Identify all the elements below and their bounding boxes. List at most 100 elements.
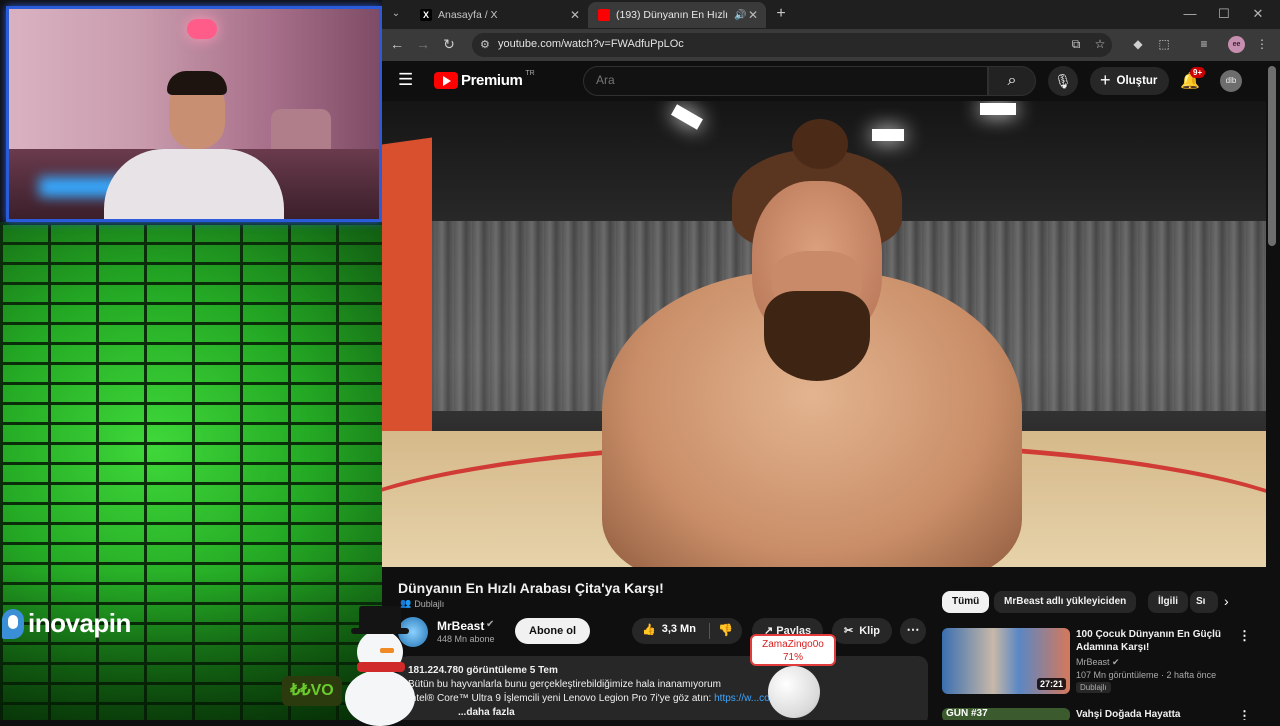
recommended-title[interactable]: Vahşi Doğada Hayatta (1076, 708, 1226, 720)
divider (709, 623, 710, 639)
close-tab-icon[interactable]: ✕ (748, 8, 758, 22)
description-promo: Intel® Core™ Ultra 9 İşlemcili yeni Leno… (408, 693, 712, 704)
red-banner (382, 137, 432, 445)
install-app-icon[interactable]: ⧉ (1068, 37, 1084, 52)
search-button[interactable]: ⌕ (988, 66, 1036, 96)
viewer-name: ZamaZingo0o (762, 639, 824, 650)
extensions-puzzle-icon[interactable]: ⬚ (1156, 37, 1172, 51)
page-scrollbar[interactable] (1268, 66, 1276, 246)
browser-menu-icon[interactable]: ⋮ (1254, 37, 1270, 51)
site-info-icon[interactable]: ⚙ (480, 38, 490, 51)
minimize-button[interactable]: — (1180, 6, 1200, 21)
youtube-favicon-icon (598, 9, 610, 21)
pin-icon (2, 608, 24, 639)
tab-label: Anasayfa / X (438, 9, 498, 21)
stage-light (980, 103, 1016, 115)
like-count: 3,3 Mn (661, 623, 696, 635)
more-options-icon[interactable]: ⋮ (1238, 628, 1251, 644)
tab-label: (193) Dünyanın En Hızlı Ara (616, 9, 728, 21)
voice-search-button[interactable]: 🎙 (1048, 66, 1078, 96)
tab-search-icon[interactable]: ⌄ (388, 6, 404, 22)
dislike-button[interactable]: 👎 (718, 623, 733, 637)
snowman-body (345, 670, 415, 726)
url-text[interactable]: youtube.com/watch?v=FWAdfuPpLOc (498, 38, 684, 50)
verified-badge-icon: ✔ (486, 619, 495, 630)
tab-youtube-video[interactable]: (193) Dünyanın En Hızlı Ara 🔊 ✕ (588, 2, 766, 28)
like-button[interactable]: 👍 3,3 Mn (642, 623, 696, 636)
chip-from-uploader[interactable]: MrBeast adlı yükleyiciden (994, 591, 1137, 613)
lamp (187, 19, 217, 39)
dubbed-tag: Dublajlı (1076, 682, 1111, 693)
related-filter-chips: Tümü MrBeast adlı yükleyiciden İlgili Sı… (942, 591, 1272, 617)
recommended-channel[interactable]: MrBeast ✔ (1076, 657, 1120, 668)
close-tab-icon[interactable]: ✕ (570, 8, 580, 22)
video-player[interactable] (382, 101, 1266, 567)
account-avatar[interactable]: dlb (1220, 70, 1242, 92)
description-line: Intel® Core™ Ultra 9 İşlemcili yeni Leno… (408, 692, 918, 706)
address-bar-row: ← → ↻ ⚙ youtube.com/watch?v=FWAdfuPpLOc … (382, 29, 1280, 61)
region-code: TR (525, 70, 535, 77)
streamer-body (104, 149, 284, 219)
wall-shade (0, 222, 382, 720)
description-box[interactable]: 181.224.780 görüntüleme 5 Tem Bütün bu h… (398, 656, 928, 720)
video-thumbnail[interactable]: GÜN #37 (942, 708, 1070, 720)
subscriber-count: 448 Mn abone (437, 634, 495, 644)
plus-icon: + (1100, 70, 1111, 90)
video-title: Dünyanın En Hızlı Arabası Çita'ya Karşı! (398, 580, 664, 596)
create-button[interactable]: + Oluştur (1090, 67, 1170, 95)
back-arrow-icon[interactable]: ← (388, 36, 406, 52)
youtube-brand-text: Premium (461, 72, 523, 89)
gift-sign: ₺₺VO (282, 676, 342, 706)
maximize-button[interactable]: ☐ (1214, 6, 1234, 22)
video-thumbnail[interactable]: 27:21 (942, 628, 1070, 694)
media-controls-icon[interactable]: ≡ (1196, 37, 1212, 51)
youtube-premium-logo[interactable]: Premium TR (434, 70, 535, 89)
verified-badge-icon: ✔ (1112, 657, 1120, 667)
x-logo-icon: X (420, 9, 432, 21)
show-more-link[interactable]: ...daha fazla (458, 707, 515, 718)
microphone-icon: 🎙 (1054, 73, 1072, 89)
browser-profile-avatar[interactable]: ee (1228, 36, 1245, 53)
more-actions-button[interactable]: ⋯ (900, 618, 926, 644)
chip-more[interactable]: Sı (1190, 591, 1218, 613)
reload-icon[interactable]: ↻ (440, 36, 458, 53)
thumbnail-text: GÜN #37 (946, 708, 988, 719)
channel-name[interactable]: MrBeast (437, 619, 484, 633)
scissors-icon: ✂ (844, 625, 854, 637)
sumo-wrestler-beard (764, 291, 870, 381)
tab-x-home[interactable]: X Anasayfa / X ✕ (410, 2, 588, 28)
hamburger-menu-icon[interactable]: ☰ (398, 71, 416, 89)
stream-overlay: inovapin ₺₺VO (0, 0, 382, 720)
stage-light (872, 129, 904, 141)
bookmark-star-icon[interactable]: ☆ (1092, 37, 1108, 51)
recommended-video[interactable]: 27:21 100 Çocuk Dünyanın En Güçlü Adamın… (942, 628, 1262, 698)
carrot-nose (380, 648, 394, 653)
webcam-feed (6, 6, 382, 222)
create-label: Oluştur (1116, 75, 1158, 87)
like-dislike-group: 👍 3,3 Mn 👎 (632, 618, 742, 644)
subscribe-button[interactable]: Abone ol (515, 618, 591, 644)
clip-button[interactable]: ✂ Klip (832, 618, 892, 644)
search-icon: ⌕ (1007, 72, 1017, 89)
forward-arrow-icon[interactable]: → (414, 36, 432, 52)
chip-all[interactable]: Tümü (942, 591, 990, 613)
search-box (583, 66, 988, 96)
search-input[interactable] (596, 73, 976, 87)
recommended-title[interactable]: 100 Çocuk Dünyanın En Güçlü Adamına Karş… (1076, 628, 1226, 654)
chip-related[interactable]: İlgili (1148, 591, 1188, 613)
notification-count-badge: 9+ (1190, 67, 1206, 78)
more-options-icon[interactable]: ⋮ (1238, 708, 1251, 720)
snowball (768, 666, 820, 718)
recommended-meta: 107 Mn görüntüleme · 2 hafta önce (1076, 670, 1217, 680)
new-tab-button[interactable]: + (772, 5, 790, 23)
extension-diamond-icon[interactable]: ◆ (1130, 37, 1146, 51)
chevron-right-icon[interactable]: › (1224, 593, 1229, 609)
youtube-play-icon (434, 72, 458, 89)
close-window-button[interactable]: ✕ (1248, 6, 1268, 22)
clip-label: Klip (859, 625, 880, 637)
recommended-video[interactable]: GÜN #37 Vahşi Doğada Hayatta ⋮ (942, 708, 1262, 720)
streamer-hair (167, 71, 227, 95)
red-scarf (357, 662, 405, 672)
sumo-wrestler-hair-bun (792, 119, 848, 169)
audio-playing-icon[interactable]: 🔊 (734, 10, 746, 21)
